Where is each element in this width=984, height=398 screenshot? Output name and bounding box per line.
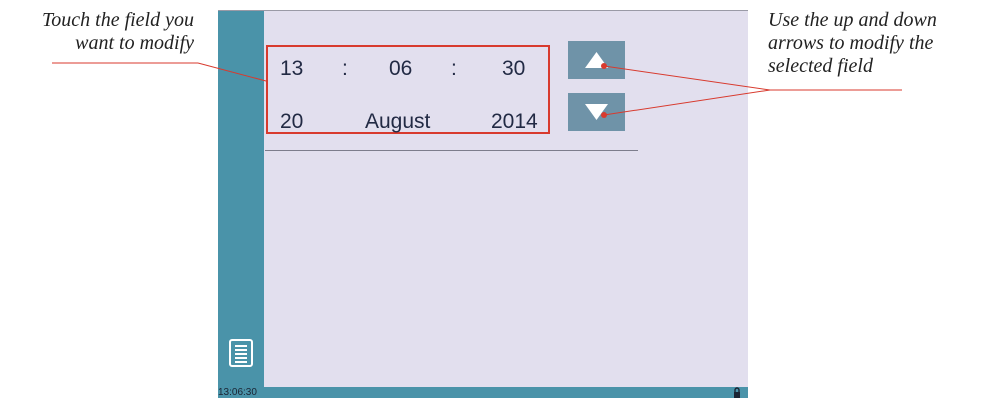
left-annotation: Touch the field you want to modify: [4, 9, 194, 55]
time-separator: :: [451, 57, 457, 80]
date-time-fields: 13 : 06 : 30 20 August 2014: [266, 45, 550, 134]
device-screen: 13 : 06 : 30 20 August 2014 13:06:30: [218, 10, 748, 398]
time-separator: :: [342, 57, 348, 80]
status-time: 13:06:30: [218, 387, 257, 398]
minute-field[interactable]: 06: [389, 57, 412, 81]
down-arrow-button[interactable]: [568, 93, 625, 131]
second-field[interactable]: 30: [502, 57, 525, 81]
right-annotation: Use the up and down arrows to modify the…: [768, 9, 980, 78]
month-field[interactable]: August: [365, 110, 430, 134]
right-annotation-line-2: arrows to modify the: [768, 32, 934, 54]
lock-icon: [734, 387, 740, 398]
left-annotation-line-2: want to modify: [75, 32, 194, 54]
up-arrow-icon: [585, 52, 608, 68]
down-arrow-icon: [585, 104, 608, 120]
sidebar: [218, 11, 264, 388]
right-annotation-line-3: selected field: [768, 55, 873, 77]
left-annotation-line-1: Touch the field you: [41, 9, 194, 31]
status-bar: 13:06:30: [218, 387, 748, 398]
hour-field[interactable]: 13: [280, 57, 303, 81]
menu-list-icon[interactable]: [229, 339, 253, 367]
up-arrow-button[interactable]: [568, 41, 625, 79]
day-field[interactable]: 20: [280, 110, 303, 134]
divider: [265, 150, 638, 151]
year-field[interactable]: 2014: [491, 110, 538, 134]
right-annotation-line-1: Use the up and down: [768, 9, 937, 31]
